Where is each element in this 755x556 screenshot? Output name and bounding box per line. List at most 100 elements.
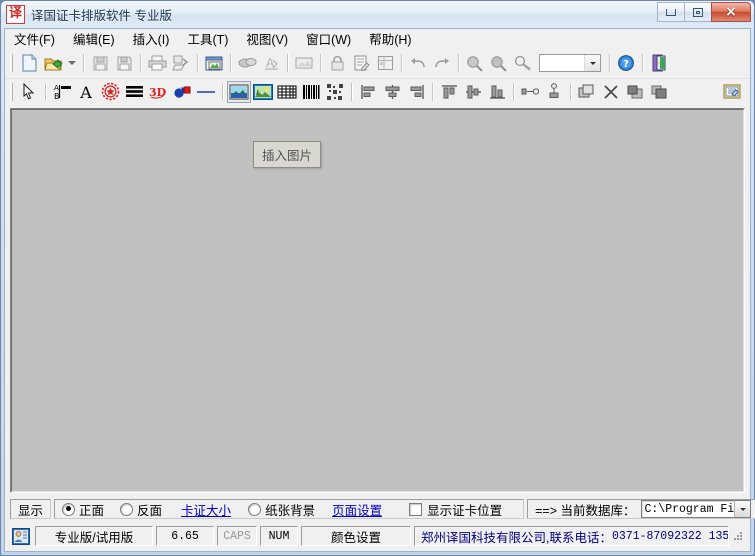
status-version: 6.65 <box>156 526 214 546</box>
barcode-button[interactable] <box>299 81 323 103</box>
toolbar-separator <box>458 54 459 72</box>
chevron-down-icon <box>740 508 746 511</box>
line-tool-button[interactable] <box>194 81 218 103</box>
minimize-button[interactable] <box>657 2 685 22</box>
zoom-fit-button[interactable] <box>511 52 535 74</box>
window-title: 译国证卡排版软件 专业版 <box>31 5 172 24</box>
table-button[interactable] <box>275 81 299 103</box>
menu-file[interactable]: 文件(F) <box>5 30 64 50</box>
print-preview-button[interactable] <box>169 52 193 74</box>
qrcode-button[interactable] <box>323 81 347 103</box>
distribute-vertical-button[interactable] <box>542 81 566 103</box>
zoom-level-combo[interactable] <box>539 54 601 72</box>
align-middle-button[interactable] <box>461 81 485 103</box>
exit-button[interactable] <box>647 52 671 74</box>
text-effect-icon: A <box>263 55 280 72</box>
toolbar-grip[interactable] <box>10 54 13 72</box>
close-button[interactable]: × <box>711 2 751 22</box>
toolbar-grip[interactable] <box>10 83 13 101</box>
menu-tools[interactable]: 工具(T) <box>178 30 237 50</box>
menu-insert[interactable]: 插入(I) <box>124 30 179 50</box>
window-frame: 译 译国证卡排版软件 专业版 × 文件(F) 编辑(E) 插入(I) <box>0 0 755 556</box>
help-button[interactable]: ? <box>614 52 638 74</box>
delete-button[interactable] <box>599 81 623 103</box>
send-back-button[interactable] <box>647 81 671 103</box>
import-window-icon <box>205 55 223 72</box>
svg-text:A: A <box>54 84 59 92</box>
align-right-button[interactable] <box>404 81 428 103</box>
toolbar-separator <box>45 83 46 101</box>
company-phone: 0371-87092322 13526510300 <box>612 530 729 543</box>
menu-window[interactable]: 窗口(W) <box>297 30 360 50</box>
menu-view[interactable]: 视图(V) <box>237 30 297 50</box>
toolbar-separator <box>320 54 321 72</box>
zoom-in-button[interactable] <box>487 52 511 74</box>
lock-button[interactable] <box>325 52 349 74</box>
group-button[interactable] <box>575 81 599 103</box>
grid-layout-button[interactable] <box>373 52 397 74</box>
lines-icon <box>125 84 144 99</box>
shapes-button[interactable] <box>235 52 259 74</box>
send-back-icon <box>650 84 668 100</box>
maximize-button[interactable] <box>684 2 712 22</box>
radio-front[interactable] <box>62 503 75 516</box>
radio-paper-background-label[interactable]: 纸张背景 <box>265 500 315 519</box>
insert-picture-icon <box>229 84 249 100</box>
properties-button[interactable] <box>720 81 744 103</box>
seal-stamp-button[interactable] <box>98 81 122 103</box>
open-file-button[interactable] <box>41 52 65 74</box>
bring-front-button[interactable] <box>623 81 647 103</box>
undo-button[interactable] <box>406 52 430 74</box>
menu-edit[interactable]: 编辑(E) <box>64 30 124 50</box>
align-top-button[interactable] <box>437 81 461 103</box>
canvas-area[interactable] <box>10 108 745 493</box>
display-option-bar: 显示 正面 反面 卡证大小 纸张背景 页面设置 显示证卡位置 ==> 当前数据库… <box>10 497 745 521</box>
select-tool-button[interactable] <box>17 81 41 103</box>
canvas-surface[interactable] <box>11 109 744 492</box>
print-button[interactable] <box>145 52 169 74</box>
insert-picture-button[interactable] <box>227 81 251 103</box>
field-text-button[interactable]: A B <box>50 81 74 103</box>
zoom-out-button[interactable] <box>463 52 487 74</box>
save-button[interactable] <box>88 52 112 74</box>
current-database-label: ==> 当前数据库： <box>535 500 635 519</box>
zoom-combo-arrow[interactable] <box>584 55 600 71</box>
lines-button[interactable] <box>122 81 146 103</box>
status-num: NUM <box>260 526 298 546</box>
menu-help[interactable]: 帮助(H) <box>360 30 420 50</box>
redo-button[interactable] <box>430 52 454 74</box>
toolbar-separator <box>222 83 223 101</box>
current-database-value: C:\Program File: <box>642 503 734 516</box>
photo-button[interactable] <box>251 81 275 103</box>
distribute-horizontal-button[interactable] <box>518 81 542 103</box>
edit-note-button[interactable] <box>349 52 373 74</box>
radio-back[interactable] <box>120 503 133 516</box>
text-tool-button[interactable]: A <box>74 81 98 103</box>
status-color-settings[interactable]: 颜色设置 <box>301 526 411 546</box>
open-dropdown-button[interactable] <box>65 52 79 74</box>
three-d-text-button[interactable]: 3D <box>146 81 170 103</box>
undo-icon <box>409 56 427 70</box>
database-combo-arrow[interactable] <box>734 501 750 517</box>
text-effect-button[interactable]: A <box>259 52 283 74</box>
save-as-button[interactable] <box>112 52 136 74</box>
radio-back-label[interactable]: 反面 <box>137 500 162 519</box>
tooltip: 插入图片 <box>253 141 321 168</box>
align-center-button[interactable] <box>380 81 404 103</box>
align-bottom-button[interactable] <box>485 81 509 103</box>
link-card-size[interactable]: 卡证大小 <box>181 500 231 519</box>
resize-grip[interactable] <box>731 529 745 543</box>
current-database-combo[interactable]: C:\Program File: <box>641 500 751 518</box>
picture-frame-button[interactable] <box>292 52 316 74</box>
checkbox-show-card-position[interactable] <box>409 503 422 516</box>
radio-front-label[interactable]: 正面 <box>79 500 104 519</box>
radio-paper-background[interactable] <box>248 503 261 516</box>
new-document-button[interactable] <box>17 52 41 74</box>
align-left-button[interactable] <box>356 81 380 103</box>
title-bar[interactable]: 译 译国证卡排版软件 专业版 × <box>1 1 754 28</box>
checkbox-show-card-position-label[interactable]: 显示证卡位置 <box>427 500 502 519</box>
link-page-setup[interactable]: 页面设置 <box>332 500 382 519</box>
import-window-button[interactable] <box>202 52 226 74</box>
shape-fill-button[interactable] <box>170 81 194 103</box>
zoom-fit-icon <box>514 55 532 72</box>
